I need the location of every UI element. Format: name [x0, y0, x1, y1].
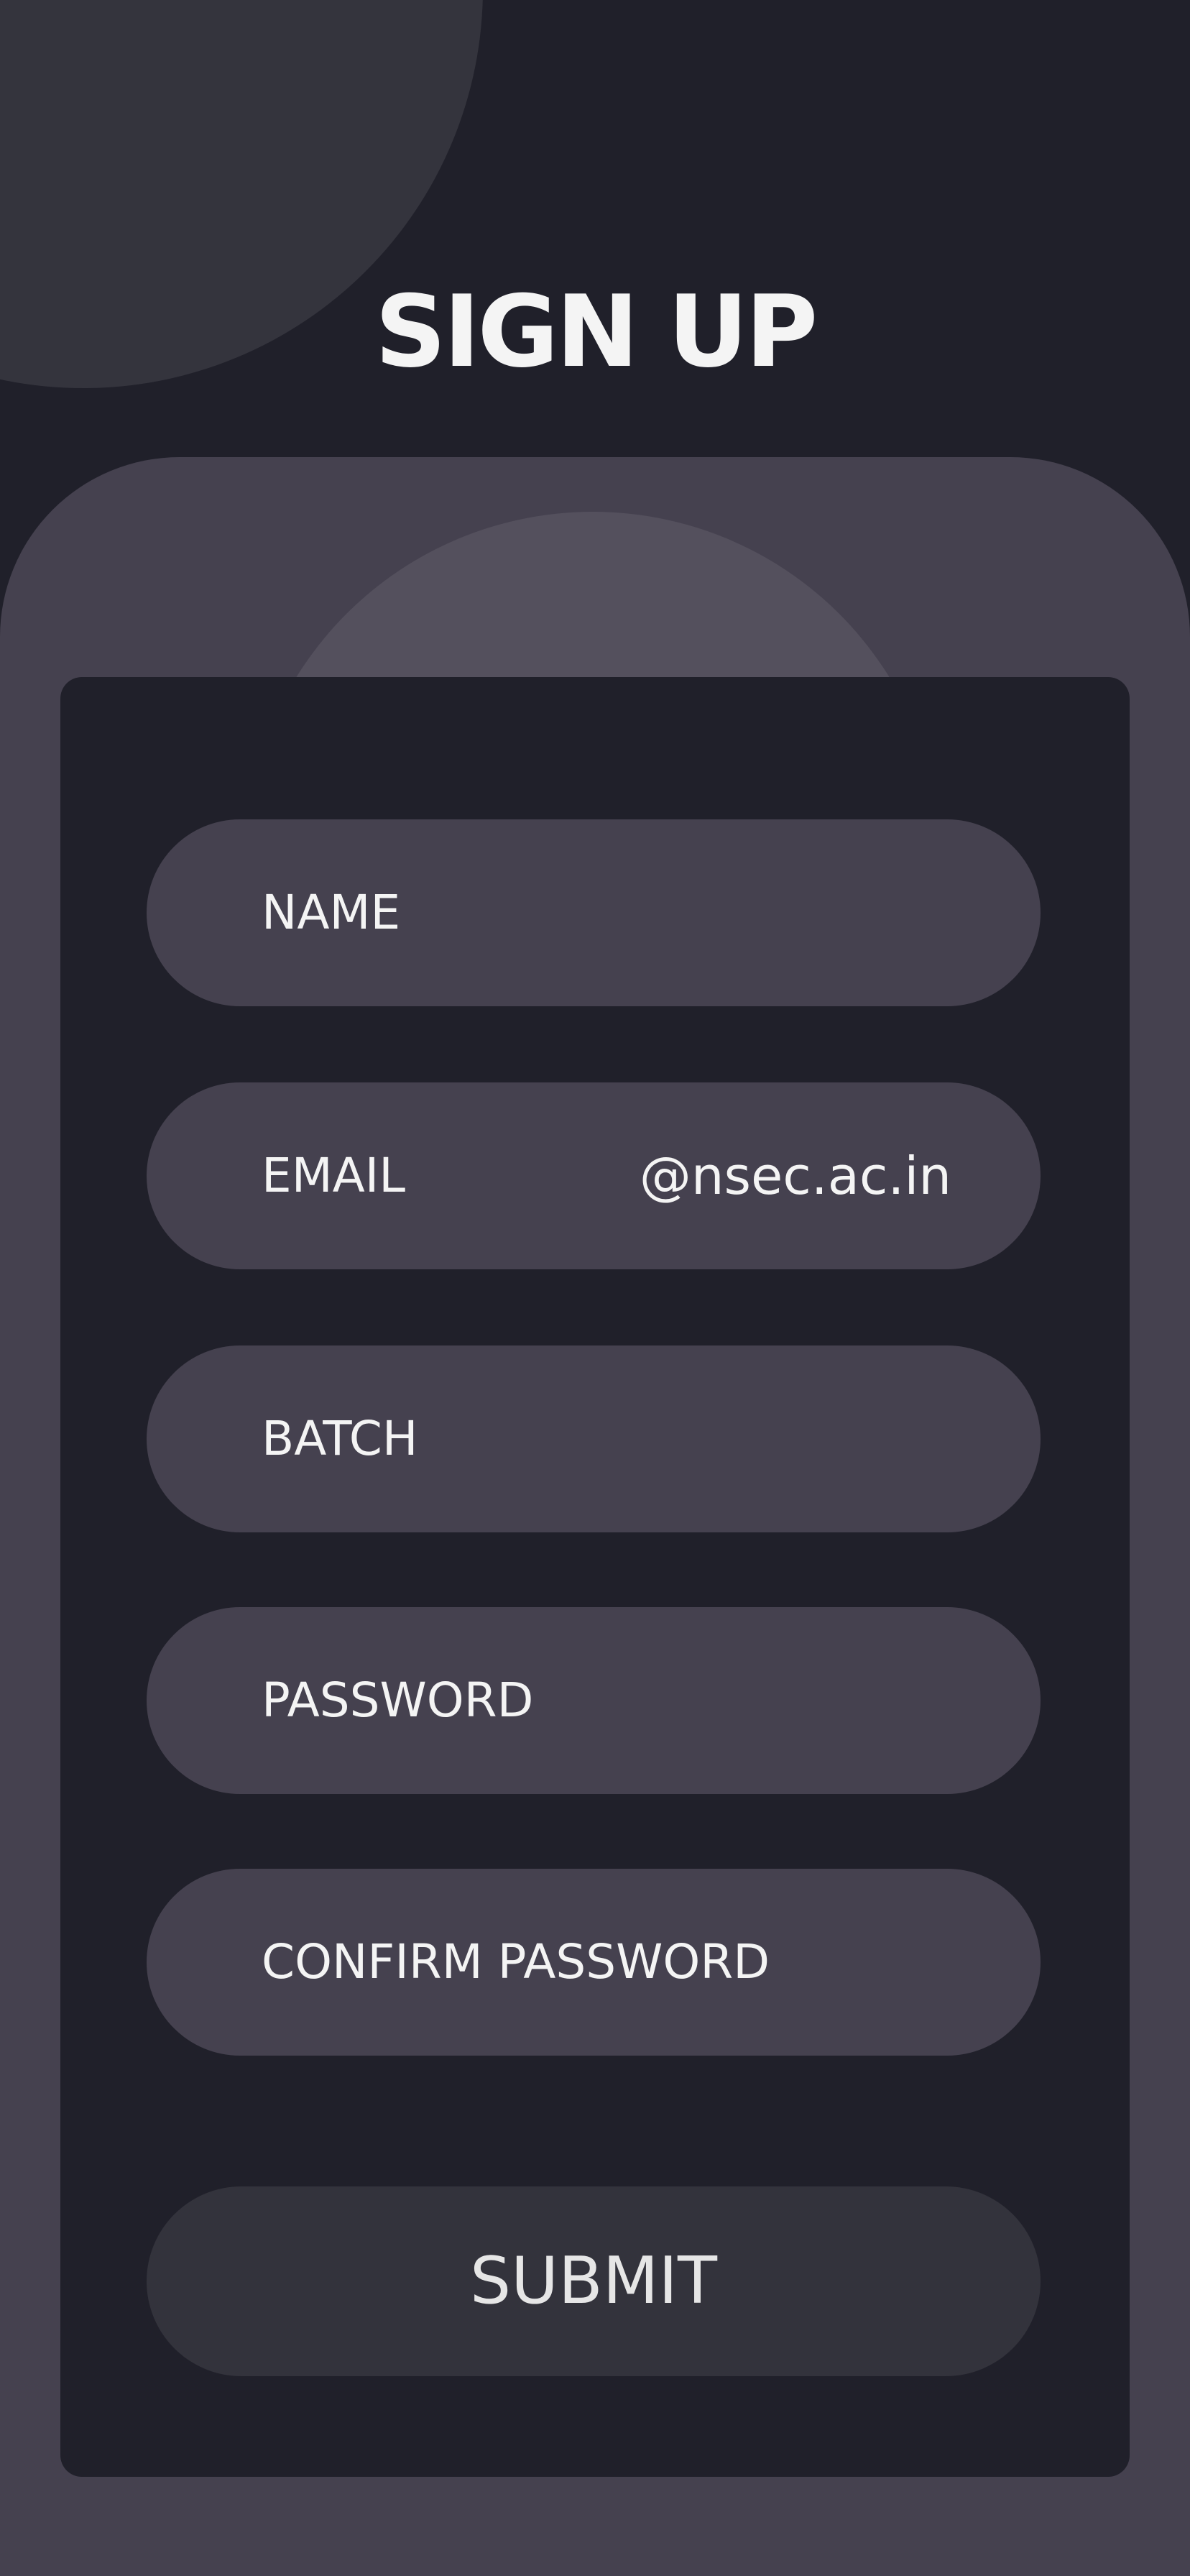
name-field[interactable]: NAME: [147, 819, 1041, 1006]
signup-screen: SIGN UP NAME EMAIL @nsec.ac.in BATCH PAS…: [0, 0, 1190, 2576]
name-field-label: NAME: [262, 885, 401, 940]
email-domain-suffix: @nsec.ac.in: [639, 1146, 951, 1206]
submit-button-label: SUBMIT: [470, 2243, 717, 2319]
email-field-label: EMAIL: [262, 1148, 406, 1203]
email-field[interactable]: EMAIL @nsec.ac.in: [147, 1082, 1041, 1269]
confirm-password-field-label: CONFIRM PASSWORD: [262, 1934, 770, 1990]
password-field[interactable]: PASSWORD: [147, 1607, 1041, 1794]
submit-button[interactable]: SUBMIT: [147, 2186, 1041, 2376]
password-field-label: PASSWORD: [262, 1673, 534, 1728]
confirm-password-field[interactable]: CONFIRM PASSWORD: [147, 1869, 1041, 2056]
batch-field-label: BATCH: [262, 1411, 418, 1466]
page-title: SIGN UP: [374, 274, 818, 390]
batch-field[interactable]: BATCH: [147, 1346, 1041, 1532]
